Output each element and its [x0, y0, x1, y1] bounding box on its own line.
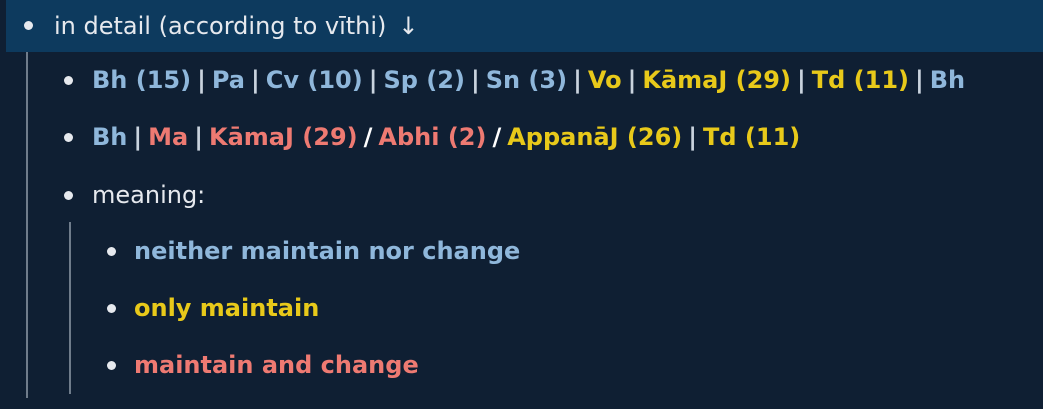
bullet-icon[interactable] [107, 304, 116, 313]
meaning-item[interactable]: only maintain [107, 288, 319, 328]
separator: | [470, 66, 480, 94]
meaning-item[interactable]: neither maintain nor change [107, 231, 520, 271]
citta-token: Sp (2) [383, 66, 465, 94]
separator: | [627, 66, 637, 94]
citta-token: Bh (15) [92, 66, 192, 94]
citta-token: Td (11) [703, 123, 801, 151]
citta-token: Abhi (2) [378, 123, 487, 151]
bullet-icon[interactable] [107, 247, 116, 256]
separator: | [197, 66, 206, 94]
outline-view: in detail (according to vīthi) ↓ Bh (15) |… [0, 0, 1043, 409]
outline-item-vithi-sequence-1[interactable]: Bh (15) | Pa | Cv (10) | Sp (2) | Sn (3) | Vo | Kāma… [64, 60, 965, 100]
sequence-text: Bh | Ma | KāmaJ (29) / Abhi (2) / AppanāJ (26) | T… [92, 123, 800, 151]
separator: | [688, 123, 698, 151]
outline-item-vithi-sequence-2[interactable]: Bh | Ma | KāmaJ (29) / Abhi (2) / AppanāJ (26) | T… [64, 117, 800, 157]
arrow-down-icon[interactable]: ↓ [398, 12, 418, 40]
meaning-text: maintain and change [134, 351, 419, 379]
citta-token: Ma [148, 123, 189, 151]
citta-token: Cv (10) [265, 66, 363, 94]
separator: | [573, 66, 582, 94]
outline-item-meaning[interactable]: meaning: [64, 175, 205, 215]
separator: | [194, 123, 203, 151]
citta-token: Pa [211, 66, 245, 94]
citta-token: Sn (3) [485, 66, 568, 94]
meaning-item[interactable]: maintain and change [107, 345, 419, 385]
citta-token: Bh [92, 123, 128, 151]
citta-token: AppanāJ (26) [507, 123, 683, 151]
separator: | [250, 66, 260, 94]
separator: | [368, 66, 378, 94]
outline-item-label: in detail (according to vīthi) ↓ [54, 12, 419, 40]
bullet-icon[interactable] [64, 191, 73, 200]
meaning-text: neither maintain nor change [134, 237, 521, 265]
bullet-icon[interactable] [24, 21, 33, 30]
slash-separator: / [363, 123, 373, 151]
citta-token: KāmaJ (29) [642, 66, 791, 94]
bullet-icon[interactable] [64, 76, 73, 85]
separator: | [796, 66, 806, 94]
bullet-icon[interactable] [107, 361, 116, 370]
separator: | [133, 123, 143, 151]
citta-token: Td (11) [811, 66, 909, 94]
citta-token: Bh [929, 66, 966, 94]
citta-token: KāmaJ (29) [209, 123, 358, 151]
indent-guide [69, 222, 71, 394]
meaning-label: meaning: [92, 181, 206, 209]
sequence-text: Bh (15) | Pa | Cv (10) | Sp (2) | Sn (3) | Vo | Kāma… [92, 66, 965, 94]
separator: | [915, 66, 924, 94]
bullet-icon[interactable] [64, 133, 73, 142]
slash-separator: / [492, 123, 502, 151]
citta-token: Vo [587, 66, 622, 94]
meaning-text: only maintain [134, 294, 320, 322]
indent-guide [26, 52, 28, 398]
outline-item-in-detail[interactable]: in detail (according to vīthi) ↓ [6, 0, 1043, 52]
